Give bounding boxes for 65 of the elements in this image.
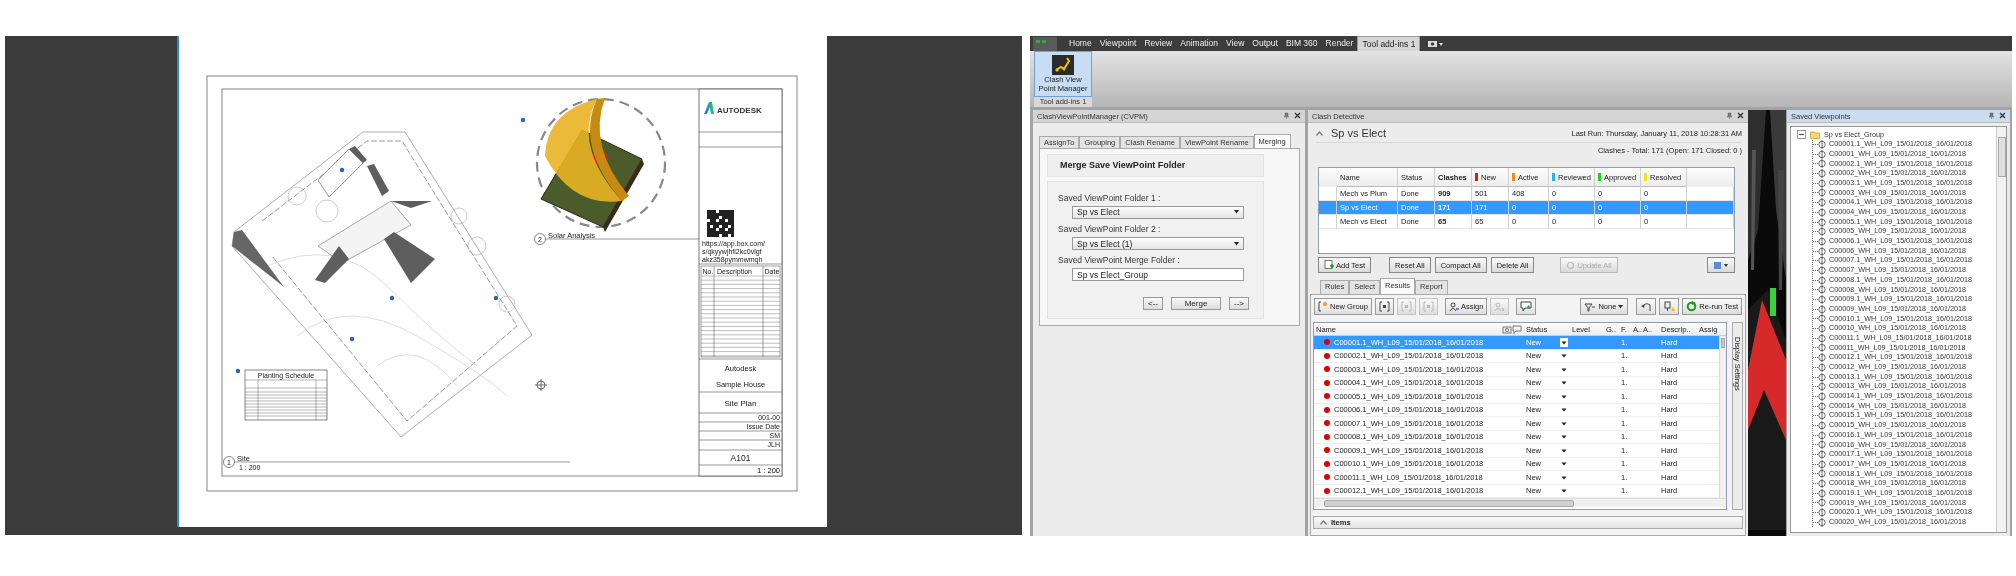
ribbon-tab[interactable]: Tool add-ins 1 — [1357, 36, 1421, 51]
add-icon — [1324, 260, 1334, 270]
ribbon-tab[interactable]: Render — [1321, 36, 1358, 51]
folder-dropdown[interactable]: Sp vs Elect (1) — [1072, 237, 1244, 251]
ribbon-tab[interactable]: Review — [1140, 36, 1177, 51]
undo-icon — [1640, 301, 1653, 312]
close-icon[interactable] — [1999, 112, 2006, 119]
ribbon-tab[interactable]: Viewpoint — [1095, 36, 1141, 51]
chevron-up-icon[interactable] — [1316, 131, 1323, 137]
marker-icon — [520, 117, 526, 123]
export-button[interactable] — [1707, 257, 1735, 273]
export-icon — [1713, 260, 1729, 270]
vertical-scrollbar[interactable] — [1996, 127, 2006, 532]
comment-icon — [1512, 324, 1522, 334]
arrow-button[interactable]: <-- — [1143, 297, 1163, 311]
arrow-button[interactable]: --> — [1229, 297, 1249, 311]
crosshair-icon — [534, 378, 548, 392]
qr-code-icon — [707, 210, 734, 237]
person-icon — [1448, 301, 1459, 312]
bracket-icon — [1422, 301, 1434, 312]
folder-icon — [1810, 130, 1820, 139]
field-label: Saved ViewPoint Folder 1 : — [1058, 192, 1162, 203]
sheet-name: Site Plan — [724, 399, 757, 408]
person-icon — [1494, 301, 1506, 312]
ribbon-tab[interactable]: BIM 360 — [1281, 36, 1322, 51]
chevron-up-icon — [1320, 520, 1327, 525]
sheet-number: A101 — [730, 453, 751, 463]
clash-manager-icon — [1052, 55, 1074, 75]
group-button[interactable] — [1374, 298, 1394, 315]
caret-icon — [1234, 210, 1239, 215]
filter-icon — [1584, 301, 1597, 312]
ribbon-tab[interactable]: Home — [1065, 36, 1096, 51]
section-title: Merge Save ViewPoint Folder — [1047, 154, 1264, 177]
merge-button[interactable]: Merge — [1171, 297, 1221, 311]
bracket-icon — [1378, 301, 1390, 312]
pin-icon[interactable] — [1726, 112, 1733, 119]
caret-icon[interactable] — [1560, 337, 1568, 347]
camera-icon — [1502, 324, 1512, 334]
camera-icon[interactable] — [1426, 38, 1445, 50]
comment-icon — [1520, 301, 1533, 312]
input-field[interactable]: Sp vs Elect_Group — [1072, 268, 1244, 282]
vertical-scrollbar[interactable] — [1719, 336, 1726, 498]
bracket-icon — [1400, 301, 1412, 312]
caret-icon — [1618, 304, 1625, 309]
close-icon[interactable] — [1737, 112, 1744, 119]
close-icon[interactable] — [1294, 112, 1301, 119]
caret-icon — [1234, 241, 1239, 246]
ribbon-tab[interactable]: View — [1222, 36, 1249, 51]
pin-icon[interactable] — [1988, 112, 1995, 119]
field-label: Saved ViewPoint Merge Folder : — [1058, 255, 1181, 266]
ribbon-tab[interactable]: Output — [1248, 36, 1282, 51]
comment-button[interactable] — [1516, 298, 1537, 315]
logo-icon — [704, 102, 714, 114]
pin-icon — [1663, 301, 1676, 312]
bracket-icon — [1318, 301, 1328, 312]
logo-text: AUTODESK — [717, 106, 762, 115]
test-name: Sp vs Elect — [1331, 127, 1387, 141]
folder-dropdown[interactable]: Sp vs Elect — [1072, 206, 1244, 219]
pin-icon[interactable] — [1283, 112, 1290, 119]
horizontal-scrollbar[interactable] — [1314, 498, 1726, 507]
expander-icon[interactable] — [1797, 130, 1806, 140]
reset-button[interactable] — [1636, 298, 1657, 315]
pin-button[interactable] — [1659, 298, 1680, 315]
ribbon-tab[interactable]: Animation — [1176, 36, 1223, 51]
field-label: Saved ViewPoint Folder 2 : — [1058, 224, 1162, 235]
